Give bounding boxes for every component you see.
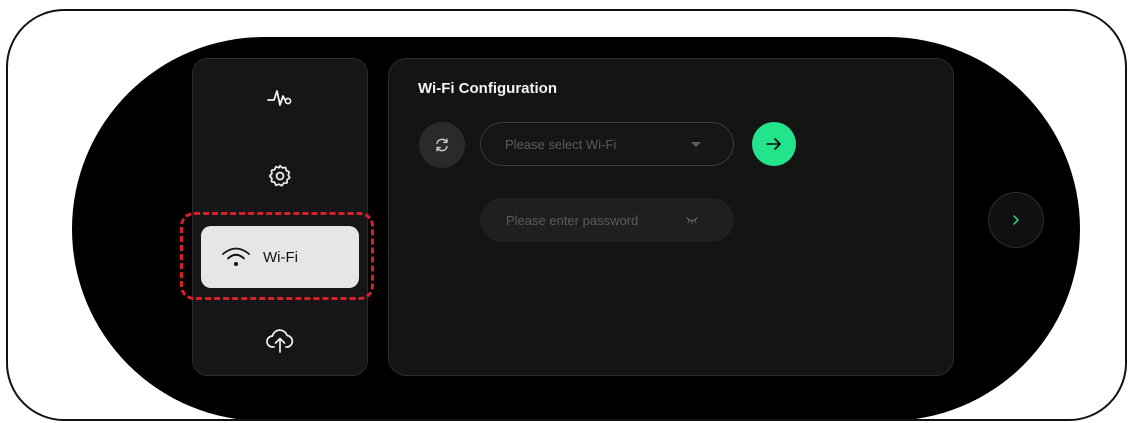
arrow-right-icon bbox=[766, 138, 781, 150]
wifi-select-placeholder: Please select Wi-Fi bbox=[505, 136, 617, 152]
password-field bbox=[480, 198, 734, 242]
wifi-icon bbox=[222, 247, 250, 266]
activity-pulse-icon bbox=[267, 90, 292, 106]
refresh-button[interactable] bbox=[419, 122, 465, 168]
next-button[interactable] bbox=[988, 192, 1044, 248]
cloud-upload-icon bbox=[266, 329, 294, 353]
connect-button[interactable] bbox=[752, 122, 796, 166]
sidebar-item-upload[interactable] bbox=[252, 318, 308, 362]
page-title: Wi-Fi Configuration bbox=[418, 80, 557, 97]
password-input[interactable] bbox=[504, 211, 686, 229]
sidebar-item-monitor[interactable] bbox=[252, 76, 308, 120]
eye-closed-icon[interactable] bbox=[686, 216, 698, 224]
gear-icon bbox=[268, 164, 291, 187]
sidebar-item-wifi[interactable]: Wi-Fi bbox=[201, 226, 359, 288]
sidebar-item-label: Wi-Fi bbox=[263, 248, 298, 266]
wifi-select[interactable]: Please select Wi-Fi bbox=[480, 122, 734, 166]
chevron-right-icon bbox=[1013, 215, 1019, 225]
sidebar-item-settings[interactable] bbox=[252, 154, 308, 198]
refresh-icon bbox=[436, 138, 448, 152]
chevron-down-icon bbox=[691, 141, 701, 147]
